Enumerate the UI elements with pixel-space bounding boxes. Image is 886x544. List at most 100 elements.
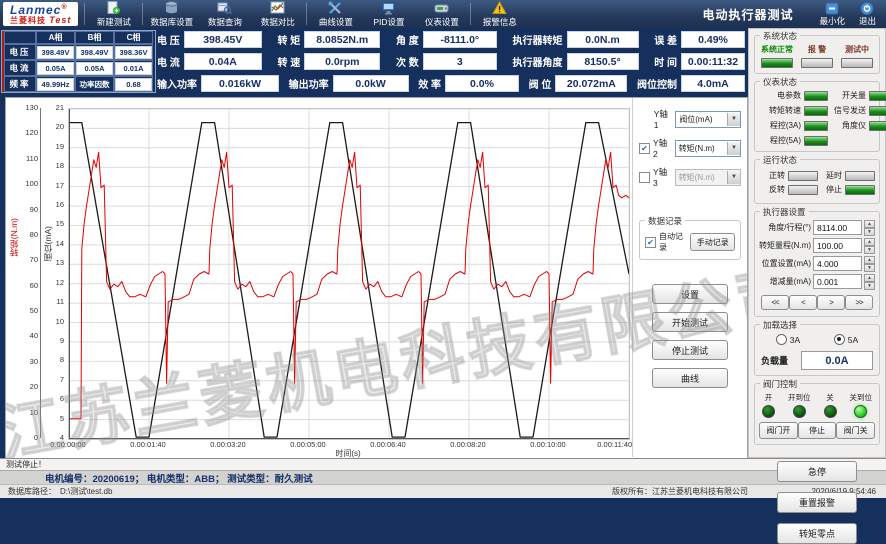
new-test-button[interactable]: 新建测试: [87, 0, 140, 28]
valve-open-button[interactable]: 阀门开: [759, 422, 798, 439]
y-axis2-checkbox[interactable]: ✔: [639, 143, 650, 154]
close-led: [824, 405, 837, 418]
curve-button[interactable]: 曲线: [652, 368, 728, 388]
system-ok-led: [761, 58, 793, 68]
step-forward-button[interactable]: >: [817, 295, 845, 310]
toolbar-button-label: 数据对比: [261, 16, 295, 28]
minimize-label: 最小化: [819, 15, 845, 27]
toolbar-separator: [84, 3, 85, 25]
input-power-value: 0.016kW: [201, 75, 279, 92]
output-power-label: 输出功率: [289, 76, 329, 91]
current-value: 0.04A: [184, 53, 262, 70]
y-axis2-value: 转矩(N.m): [679, 143, 715, 154]
torque-label: 转 矩: [278, 32, 301, 47]
spinner-down-icon[interactable]: ▼: [864, 282, 875, 290]
status-message-bar: 测试停止！: [0, 458, 886, 470]
load-3a-radio[interactable]: 3A: [776, 334, 800, 345]
toolbar-button-label: 数据查询: [208, 16, 242, 28]
manual-record-button[interactable]: 手动记录: [690, 233, 735, 251]
remote-5a-label: 程控(5A): [759, 135, 801, 146]
efficiency-label: 效 率: [418, 76, 441, 91]
chevron-down-icon: ▼: [727, 142, 740, 155]
forward-label: 正转: [761, 170, 785, 181]
alarm-label: 报 警: [808, 44, 826, 55]
y-axis1-dropdown[interactable]: 阀位(mA) ▼: [675, 111, 741, 128]
bottom-status-bar: 数据库路径： D:\测试\test.db 版权所有：江苏兰菱机电科技有限公司 2…: [0, 484, 886, 498]
spinner-down-icon[interactable]: ▼: [864, 264, 875, 272]
database-settings-button[interactable]: 数据库设置: [145, 0, 198, 28]
chevron-down-icon: ▼: [727, 113, 740, 126]
torque-speed-led: [804, 106, 828, 116]
y-axis2-dropdown[interactable]: 转矩(N.m) ▼: [675, 140, 741, 157]
meter-settings-button[interactable]: 仪表设置: [415, 0, 468, 28]
y-axis3-dropdown[interactable]: 转矩(N.m)▼: [675, 169, 741, 186]
close-in-place-label: 关到位: [850, 392, 873, 403]
reset-alarm-button[interactable]: 重置报警: [777, 492, 857, 513]
spinner-down-icon[interactable]: ▼: [864, 246, 875, 254]
remote-3a-led: [804, 121, 828, 131]
valve-stop-button[interactable]: 停止: [798, 422, 837, 439]
emergency-stop-button[interactable]: 急停: [777, 461, 857, 482]
current-label: 电 流: [157, 54, 180, 69]
phase-a-voltage: 398.49V: [37, 46, 74, 59]
switch-io-led: [869, 91, 886, 101]
error-value: 0.49%: [681, 31, 745, 48]
exit-button[interactable]: 退出: [859, 2, 876, 27]
power-meter-label: 电参数: [759, 90, 801, 101]
logo-reg-mark: ®: [61, 4, 67, 11]
position-set-field[interactable]: 4.000: [813, 256, 862, 271]
system-status-title: 系统状态: [760, 30, 800, 42]
load-5a-radio[interactable]: 5A: [834, 334, 858, 345]
alarm-info-button[interactable]: 报警信息: [473, 0, 526, 28]
radio-selected-icon: [834, 334, 845, 345]
torque-zero-button[interactable]: 转矩零点: [777, 523, 857, 544]
settings-button[interactable]: 设置: [652, 284, 728, 304]
testing-led: [841, 58, 873, 68]
phase-c-header: C相: [114, 31, 153, 44]
spinner-down-icon[interactable]: ▼: [864, 228, 875, 236]
start-test-button[interactable]: 开始测试: [652, 312, 728, 332]
signal-send-label: 信号发送: [828, 105, 866, 116]
motor-info-bar: 电机编号：20200619； 电机类型：ABB； 测试类型：耐久测试: [0, 470, 886, 484]
spinner-up-icon[interactable]: ▲: [864, 256, 875, 264]
plot-area[interactable]: [68, 108, 630, 440]
data-query-button[interactable]: 数据查询: [198, 0, 251, 28]
data-compare-button[interactable]: 数据对比: [251, 0, 304, 28]
angle-stroke-field[interactable]: 8114.00: [813, 220, 862, 235]
valve-position-value: 20.072mA: [555, 75, 627, 92]
row-label-frequency: 频率: [4, 76, 36, 92]
step-back-button[interactable]: <: [789, 295, 817, 310]
database-settings-icon: [164, 1, 179, 15]
torque-range-field[interactable]: 100.00: [813, 238, 862, 253]
pid-settings-button[interactable]: PID设置: [362, 0, 415, 28]
auto-record-checkbox[interactable]: ✔: [645, 237, 656, 248]
step-fast-forward-button[interactable]: >>: [845, 295, 873, 310]
y-axis1-value: 阀位(mA): [679, 114, 712, 125]
close-label: 关: [826, 392, 834, 403]
phase-c-voltage: 398.36V: [115, 46, 152, 59]
increment-field[interactable]: 0.001: [813, 274, 862, 289]
curve-settings-button[interactable]: 曲线设置: [309, 0, 362, 28]
motor-info: 电机编号：20200619； 电机类型：ABB； 测试类型：耐久测试: [45, 471, 313, 485]
step-fast-back-button[interactable]: <<: [761, 295, 789, 310]
chevron-down-icon: ▼: [727, 171, 740, 184]
valve-close-button[interactable]: 阀门关: [836, 422, 875, 439]
minimize-icon: [825, 2, 839, 15]
spinner-up-icon[interactable]: ▲: [864, 274, 875, 282]
row-label-voltage: 电压: [4, 44, 36, 60]
system-ok-label: 系统正常: [761, 44, 793, 55]
stop-test-button[interactable]: 停止测试: [652, 340, 728, 360]
new-test-icon: [106, 1, 121, 15]
y-axis3-checkbox[interactable]: [639, 172, 650, 183]
power-factor-value: 0.68: [115, 78, 152, 91]
data-query-icon: [217, 1, 232, 15]
phase-a-current: 0.05A: [37, 62, 74, 75]
output-power-value: 0.0kW: [333, 75, 409, 92]
spinner-up-icon[interactable]: ▲: [864, 238, 875, 246]
testing-label: 测试中: [845, 44, 869, 55]
minimize-button[interactable]: 最小化: [819, 2, 845, 27]
actuator-angle-value: 8150.5°: [567, 53, 639, 70]
spinner-up-icon[interactable]: ▲: [864, 220, 875, 228]
delay-label: 延时: [818, 170, 842, 181]
exit-icon: [860, 2, 874, 15]
